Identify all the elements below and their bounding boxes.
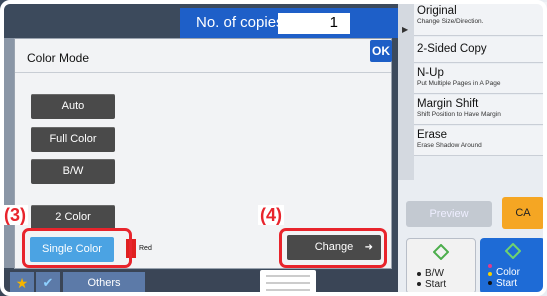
- two-color-mode-button[interactable]: 2 Color: [31, 205, 115, 230]
- color-start-button[interactable]: Color Start: [480, 238, 545, 294]
- callout-step4-frame: [279, 228, 387, 268]
- n-up-subtitle: Put Multiple Pages in A Page: [417, 80, 501, 87]
- clear-all-button[interactable]: CA: [502, 197, 544, 229]
- paper-tray-icon: [260, 270, 316, 296]
- copies-label: No. of copies: [196, 14, 284, 31]
- dialog-divider: [15, 72, 391, 73]
- selected-color-label: Red: [139, 245, 152, 252]
- color-start-label-2: Start: [496, 278, 518, 289]
- margin-shift-title: Margin Shift: [417, 98, 479, 110]
- auto-mode-button[interactable]: Auto: [31, 94, 115, 119]
- ok-button[interactable]: OK: [370, 40, 392, 62]
- color-start-label-1: Color: [496, 267, 520, 278]
- bw-start-label-1: B/W: [425, 268, 444, 279]
- right-panel: ▶ Original Change Size/Direction. 2-Side…: [398, 0, 547, 296]
- margin-shift-subtitle: Shift Position to Have Margin: [417, 111, 501, 118]
- callout-step4-number: (4): [258, 205, 284, 225]
- original-subtitle: Change Size/Direction.: [417, 18, 484, 25]
- erase-title: Erase: [417, 129, 448, 141]
- others-button[interactable]: Others: [63, 272, 145, 294]
- n-up-title: N-Up: [417, 67, 444, 79]
- margin-shift-button[interactable]: Margin Shift Shift Position to Have Marg…: [414, 95, 547, 125]
- bw-start-button[interactable]: B/W Start: [406, 238, 476, 294]
- play-arrow-icon: ▶: [402, 25, 409, 34]
- callout-step3-number: (3): [2, 205, 28, 225]
- copies-bar: No. of copies 1: [180, 8, 398, 38]
- full-color-mode-button[interactable]: Full Color: [31, 127, 115, 152]
- copies-input[interactable]: 1: [278, 13, 350, 34]
- bw-mode-button[interactable]: B/W: [31, 159, 115, 184]
- diamond-start-icon: [433, 244, 449, 260]
- erase-button[interactable]: Erase Erase Shadow Around: [414, 126, 547, 156]
- two-sided-title: 2-Sided Copy: [417, 43, 487, 55]
- bw-start-label-2: Start: [425, 279, 447, 290]
- dialog-title: Color Mode: [27, 51, 90, 65]
- copy-screen: No. of copies 1 ▶ Original Change Size/D…: [0, 0, 547, 296]
- panel-toggle[interactable]: ▶: [398, 0, 414, 180]
- preview-button[interactable]: Preview: [406, 201, 492, 227]
- original-title: Original: [417, 5, 457, 17]
- diamond-start-icon: [504, 243, 521, 259]
- checkmark-icon[interactable]: ✔: [36, 272, 60, 294]
- two-sided-copy-button[interactable]: 2-Sided Copy: [414, 37, 547, 63]
- callout-step3-frame: [22, 228, 132, 268]
- erase-subtitle: Erase Shadow Around: [417, 142, 482, 149]
- n-up-button[interactable]: N-Up Put Multiple Pages in A Page: [414, 64, 547, 94]
- original-button[interactable]: Original Change Size/Direction.: [414, 2, 547, 36]
- star-icon[interactable]: ★: [10, 272, 34, 294]
